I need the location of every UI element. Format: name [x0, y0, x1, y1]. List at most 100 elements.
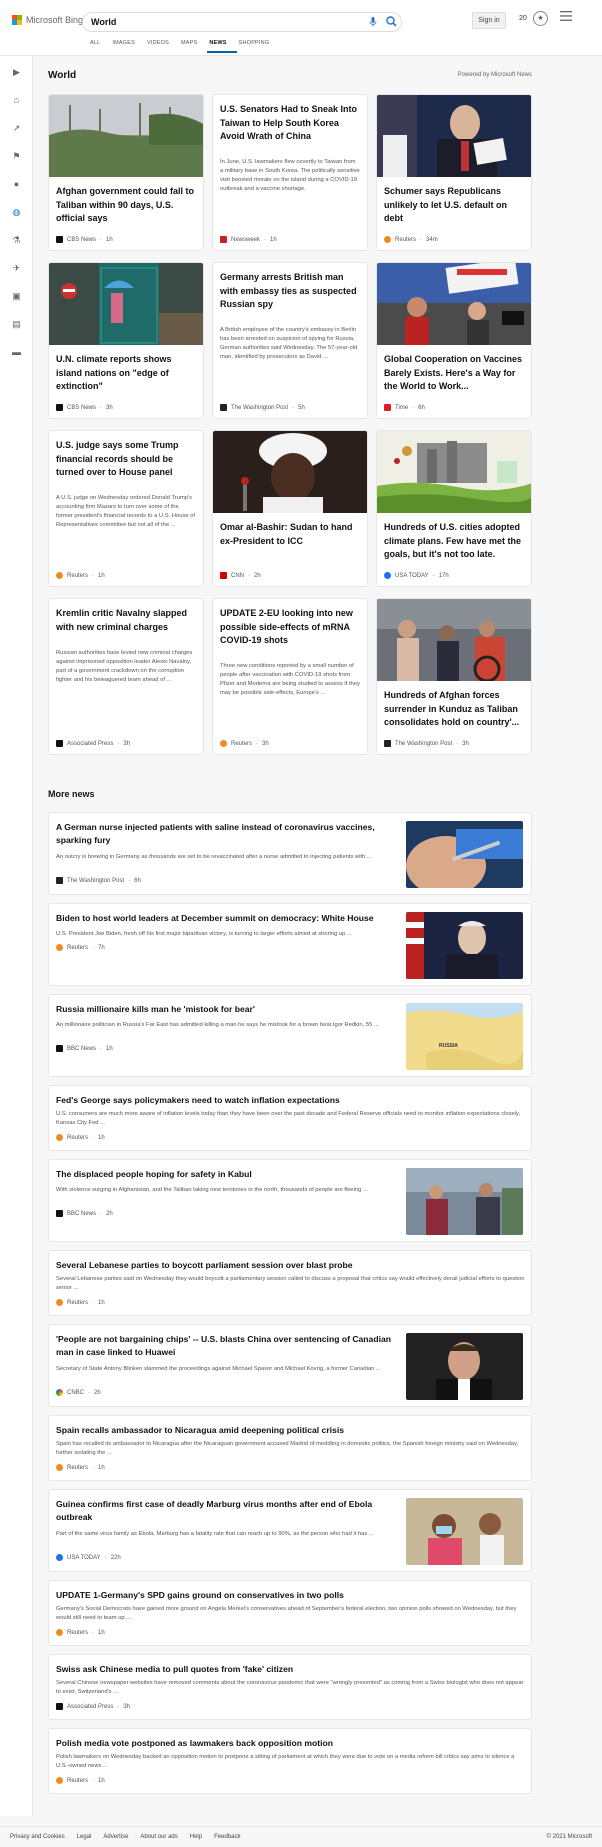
row-title[interactable]: Fed's George says policymakers need to w…: [56, 1094, 526, 1107]
tab-news[interactable]: NEWS: [207, 40, 237, 53]
news-row[interactable]: Russia millionaire kills man he 'mistook…: [48, 994, 532, 1077]
search-box[interactable]: World: [82, 12, 402, 32]
news-card[interactable]: Afghan government could fall to Taliban …: [48, 94, 204, 251]
card-title[interactable]: Omar al-Bashir: Sudan to hand ex-Preside…: [220, 521, 362, 548]
card-title[interactable]: Hundreds of U.S. cities adopted climate …: [384, 521, 526, 562]
news-row[interactable]: 'People are not bargaining chips' -- U.S…: [48, 1324, 532, 1407]
news-row[interactable]: A German nurse injected patients with sa…: [48, 812, 532, 895]
news-card[interactable]: Kremlin critic Navalny slapped with new …: [48, 598, 204, 755]
card-image: [377, 263, 531, 345]
search-icon[interactable]: [386, 16, 397, 27]
card-image: [377, 95, 531, 177]
news-card[interactable]: Germany arrests British man with embassy…: [212, 262, 368, 419]
expand-arrow-icon[interactable]: ▶: [10, 66, 23, 79]
news-sidebar: ▶ ⌂ ↗ ⚑ ● ◍ ⚗ ✈ ▣ ▤ ▬: [0, 56, 33, 1816]
news-row[interactable]: UPDATE 1-Germany's SPD gains ground on c…: [48, 1580, 532, 1646]
sign-in-button[interactable]: Sign in: [472, 12, 506, 29]
source-name: The Washington Post: [395, 740, 453, 747]
source-name: USA TODAY: [395, 572, 429, 579]
tab-images[interactable]: IMAGES: [110, 40, 145, 53]
row-title[interactable]: Swiss ask Chinese media to pull quotes f…: [56, 1663, 526, 1676]
news-row[interactable]: Spain recalls ambassador to Nicaragua am…: [48, 1415, 532, 1481]
row-title[interactable]: Biden to host world leaders at December …: [56, 912, 396, 925]
source-time: 6h: [418, 404, 425, 411]
tab-videos[interactable]: VIDEOS: [145, 40, 179, 53]
tab-maps[interactable]: MAPS: [179, 40, 207, 53]
source-time: 1h: [270, 236, 277, 243]
card-title[interactable]: U.N. climate reports shows island nation…: [56, 353, 198, 394]
card-title[interactable]: UPDATE 2-EU looking into new possible si…: [220, 607, 362, 648]
money-icon[interactable]: ▬: [10, 346, 23, 359]
location-pin-icon[interactable]: ●: [10, 178, 23, 191]
card-source: Newsweek · 1h: [220, 236, 277, 243]
row-image: [406, 1168, 523, 1235]
search-input[interactable]: World: [91, 17, 116, 27]
footer-link-help[interactable]: Help: [190, 1834, 202, 1840]
source-name: Associated Press: [67, 1703, 114, 1710]
row-title[interactable]: UPDATE 1-Germany's SPD gains ground on c…: [56, 1589, 526, 1602]
card-title[interactable]: Germany arrests British man with embassy…: [220, 271, 362, 312]
row-title[interactable]: 'People are not bargaining chips' -- U.S…: [56, 1333, 396, 1359]
rewards-medal-icon[interactable]: ★: [533, 11, 548, 26]
footer-link-privacy[interactable]: Privacy and Cookies: [10, 1834, 65, 1840]
news-row[interactable]: Swiss ask Chinese media to pull quotes f…: [48, 1654, 532, 1720]
news-card[interactable]: Schumer says Republicans unlikely to let…: [376, 94, 532, 251]
card-title[interactable]: Afghan government could fall to Taliban …: [56, 185, 198, 226]
row-title[interactable]: The displaced people hoping for safety i…: [56, 1168, 396, 1181]
news-row[interactable]: Polish media vote postponed as lawmakers…: [48, 1728, 532, 1794]
source-name: CBS News: [67, 236, 97, 243]
footer-link-advertise[interactable]: Advertise: [103, 1834, 128, 1840]
trending-icon[interactable]: ↗: [10, 122, 23, 135]
rewards-count[interactable]: 20: [519, 15, 527, 22]
rocket-icon[interactable]: ✈: [10, 262, 23, 275]
footer-link-feedback[interactable]: Feedback: [214, 1834, 240, 1840]
flag-icon[interactable]: ⚑: [10, 150, 23, 163]
card-source: Associated Press · 3h: [56, 740, 130, 747]
card-source: Time · 6h: [384, 404, 425, 411]
news-row[interactable]: Biden to host world leaders at December …: [48, 903, 532, 986]
row-snippet: With violence surging in Afghanistan, an…: [56, 1187, 368, 1193]
card-snippet: Russian authorities have levied new crim…: [56, 650, 193, 683]
news-card[interactable]: Hundreds of Afghan forces surrender in K…: [376, 598, 532, 755]
tab-shopping[interactable]: SHOPPING: [237, 40, 280, 53]
globe-icon[interactable]: ◍: [10, 206, 23, 219]
source-name: Reuters: [67, 1464, 89, 1471]
footer-link-about-ads[interactable]: About our ads: [140, 1834, 177, 1840]
news-card[interactable]: Hundreds of U.S. cities adopted climate …: [376, 430, 532, 587]
footer: Privacy and Cookies Legal Advertise Abou…: [0, 1826, 602, 1847]
news-row[interactable]: Several Lebanese parties to boycott parl…: [48, 1250, 532, 1316]
science-icon[interactable]: ⚗: [10, 234, 23, 247]
card-title[interactable]: U.S. Senators Had to Sneak Into Taiwan t…: [220, 103, 362, 144]
news-row[interactable]: Guinea confirms first case of deadly Mar…: [48, 1489, 532, 1572]
bing-logo[interactable]: Microsoft Bing: [12, 15, 83, 25]
news-card[interactable]: Omar al-Bashir: Sudan to hand ex-Preside…: [212, 430, 368, 587]
business-icon[interactable]: ▤: [10, 318, 23, 331]
news-card[interactable]: U.N. climate reports shows island nation…: [48, 262, 204, 419]
card-title[interactable]: Kremlin critic Navalny slapped with new …: [56, 607, 198, 634]
source-time: 17h: [438, 572, 449, 579]
card-title[interactable]: U.S. judge says some Trump financial rec…: [56, 439, 198, 480]
row-title[interactable]: Spain recalls ambassador to Nicaragua am…: [56, 1424, 526, 1437]
hamburger-menu-icon[interactable]: [560, 11, 572, 21]
news-row[interactable]: The displaced people hoping for safety i…: [48, 1159, 532, 1242]
card-title[interactable]: Schumer says Republicans unlikely to let…: [384, 185, 526, 226]
row-title[interactable]: Polish media vote postponed as lawmakers…: [56, 1737, 526, 1750]
card-title[interactable]: Hundreds of Afghan forces surrender in K…: [384, 689, 526, 730]
microphone-icon[interactable]: [369, 17, 377, 27]
row-title[interactable]: Guinea confirms first case of deadly Mar…: [56, 1498, 396, 1524]
entertainment-icon[interactable]: ▣: [10, 290, 23, 303]
news-card[interactable]: U.S. Senators Had to Sneak Into Taiwan t…: [212, 94, 368, 251]
footer-link-legal[interactable]: Legal: [77, 1834, 92, 1840]
row-title[interactable]: A German nurse injected patients with sa…: [56, 821, 396, 847]
card-title[interactable]: Global Cooperation on Vaccines Barely Ex…: [384, 353, 526, 394]
source-time: 1h: [106, 1045, 113, 1052]
source-name: CNN: [231, 572, 244, 579]
news-card[interactable]: UPDATE 2-EU looking into new possible si…: [212, 598, 368, 755]
news-card[interactable]: U.S. judge says some Trump financial rec…: [48, 430, 204, 587]
row-title[interactable]: Russia millionaire kills man he 'mistook…: [56, 1003, 396, 1016]
news-row[interactable]: Fed's George says policymakers need to w…: [48, 1085, 532, 1151]
news-card[interactable]: Global Cooperation on Vaccines Barely Ex…: [376, 262, 532, 419]
row-title[interactable]: Several Lebanese parties to boycott parl…: [56, 1259, 526, 1272]
tab-all[interactable]: ALL: [88, 40, 110, 53]
home-icon[interactable]: ⌂: [10, 94, 23, 107]
